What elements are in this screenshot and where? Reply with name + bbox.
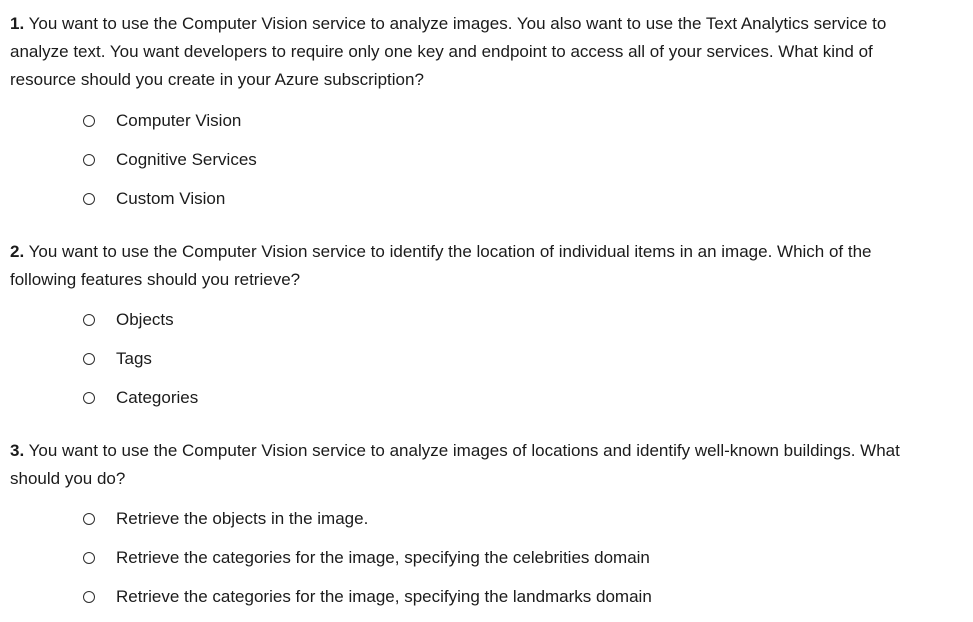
question-3-text: 3. You want to use the Computer Vision s… — [10, 437, 940, 493]
question-1-number: 1. — [10, 14, 25, 33]
option-label: Retrieve the categories for the image, s… — [116, 586, 652, 606]
question-2-option-categories[interactable]: Categories — [10, 378, 940, 417]
question-2-options: Objects Tags Categories — [10, 300, 940, 417]
question-2-text: 2. You want to use the Computer Vision s… — [10, 238, 940, 294]
question-3: 3. You want to use the Computer Vision s… — [10, 437, 940, 616]
question-1-option-custom-vision[interactable]: Custom Vision — [10, 179, 940, 218]
radio-button[interactable] — [83, 391, 95, 404]
question-1-text: 1. You want to use the Computer Vision s… — [10, 10, 940, 94]
option-label: Cognitive Services — [116, 149, 257, 169]
radio-button[interactable] — [83, 114, 95, 127]
question-1-option-cognitive-services[interactable]: Cognitive Services — [10, 140, 940, 179]
radio-button[interactable] — [83, 192, 95, 205]
question-3-option-objects[interactable]: Retrieve the objects in the image. — [10, 499, 940, 538]
option-label: Retrieve the categories for the image, s… — [116, 547, 650, 567]
question-2-option-objects[interactable]: Objects — [10, 300, 940, 339]
radio-button[interactable] — [83, 590, 95, 603]
radio-button[interactable] — [83, 551, 95, 564]
question-2-prompt: You want to use the Computer Vision serv… — [10, 242, 872, 289]
question-1-prompt: You want to use the Computer Vision serv… — [10, 14, 887, 89]
radio-button[interactable] — [83, 512, 95, 525]
option-label: Objects — [116, 309, 174, 329]
radio-button[interactable] — [83, 313, 95, 326]
question-1-options: Computer Vision Cognitive Services Custo… — [10, 101, 940, 218]
question-3-option-celebrities[interactable]: Retrieve the categories for the image, s… — [10, 538, 940, 577]
question-3-prompt: You want to use the Computer Vision serv… — [10, 441, 900, 488]
radio-button[interactable] — [83, 153, 95, 166]
option-label: Tags — [116, 348, 152, 368]
question-2: 2. You want to use the Computer Vision s… — [10, 238, 940, 417]
option-label: Computer Vision — [116, 110, 242, 130]
question-1-option-computer-vision[interactable]: Computer Vision — [10, 101, 940, 140]
question-2-option-tags[interactable]: Tags — [10, 339, 940, 378]
radio-button[interactable] — [83, 352, 95, 365]
question-3-options: Retrieve the objects in the image. Retri… — [10, 499, 940, 616]
option-label: Custom Vision — [116, 188, 226, 208]
question-1: 1. You want to use the Computer Vision s… — [10, 10, 940, 218]
question-3-option-landmarks[interactable]: Retrieve the categories for the image, s… — [10, 577, 940, 616]
question-3-number: 3. — [10, 441, 25, 460]
option-label: Retrieve the objects in the image. — [116, 508, 369, 528]
option-label: Categories — [116, 387, 199, 407]
question-2-number: 2. — [10, 242, 25, 261]
